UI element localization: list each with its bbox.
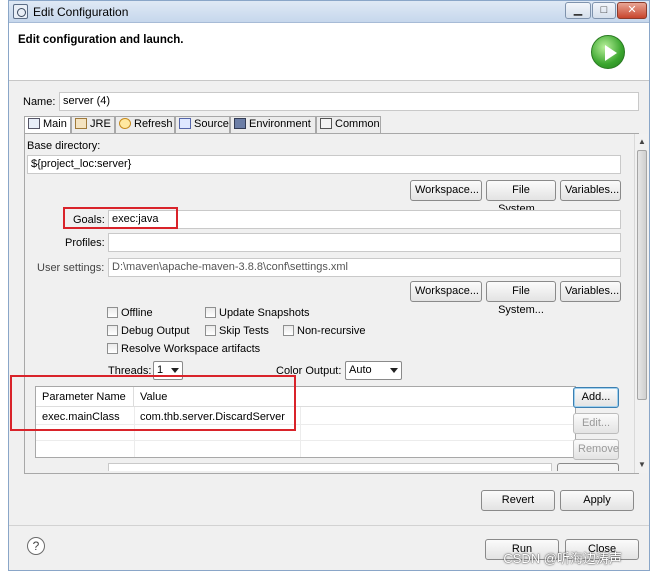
- tab-source[interactable]: Source: [175, 116, 230, 133]
- revert-button[interactable]: Revert: [481, 490, 555, 511]
- settings-filesystem-button[interactable]: File System...: [486, 281, 556, 316]
- dialog-header: Edit configuration and launch.: [9, 23, 649, 81]
- offline-checkbox[interactable]: Offline: [107, 307, 153, 319]
- checkbox-box: [283, 325, 294, 336]
- window-title: Edit Configuration: [33, 5, 129, 19]
- goals-field[interactable]: exec:java: [108, 210, 621, 229]
- row-divider: [36, 440, 575, 441]
- non-recursive-checkbox[interactable]: Non-recursive: [283, 325, 365, 337]
- help-icon[interactable]: ?: [27, 537, 45, 555]
- scroll-thumb[interactable]: [637, 150, 647, 400]
- skip-tests-checkbox[interactable]: Skip Tests: [205, 325, 269, 337]
- checkbox-box: [107, 343, 118, 354]
- base-variables-button[interactable]: Variables...: [560, 180, 621, 201]
- checkbox-box: [205, 325, 216, 336]
- header-title: Edit configuration and launch.: [18, 34, 184, 46]
- close-window-button[interactable]: ✕: [617, 2, 647, 19]
- base-directory-label: Base directory:: [27, 140, 101, 152]
- name-label: Name:: [23, 96, 56, 108]
- checkbox-box: [205, 307, 216, 318]
- maximize-button[interactable]: □: [592, 2, 616, 19]
- add-parameter-button[interactable]: Add...: [573, 387, 619, 408]
- main-tab-icon: [28, 118, 40, 129]
- watermark-text: CSDN @听海边涛声: [503, 551, 622, 566]
- settings-variables-button[interactable]: Variables...: [560, 281, 621, 302]
- configuration-icon: [13, 4, 28, 19]
- chevron-down-icon: [171, 368, 179, 373]
- jre-icon: [75, 118, 87, 129]
- checkbox-box: [107, 325, 118, 336]
- scroll-up-icon[interactable]: ▲: [638, 137, 646, 146]
- minimize-button[interactable]: ▁: [565, 2, 591, 19]
- apply-button[interactable]: Apply: [560, 490, 634, 511]
- run-launch-icon: [591, 35, 625, 69]
- footer-separator: [9, 525, 649, 526]
- name-field[interactable]: server (4): [59, 92, 639, 111]
- hidden-button-edge: [557, 463, 619, 471]
- edit-configuration-dialog: Edit Configuration ▁ □ ✕ Edit configurat…: [8, 0, 650, 571]
- environment-icon: [234, 118, 246, 129]
- base-directory-field[interactable]: ${project_loc:server}: [27, 155, 621, 174]
- source-icon: [179, 118, 191, 129]
- user-settings-field[interactable]: D:\maven\apache-maven-3.8.8\conf\setting…: [108, 258, 621, 277]
- parameters-highlight-box: [10, 375, 296, 431]
- base-filesystem-button[interactable]: File System...: [486, 180, 556, 215]
- tab-environment[interactable]: Environment: [230, 116, 316, 133]
- profiles-field[interactable]: [108, 233, 621, 252]
- common-icon: [320, 118, 332, 129]
- resolve-workspace-checkbox[interactable]: Resolve Workspace artifacts: [107, 343, 260, 355]
- chevron-down-icon: [390, 368, 398, 373]
- scroll-down-icon[interactable]: ▼: [638, 460, 646, 469]
- checkbox-box: [107, 307, 118, 318]
- vertical-scrollbar[interactable]: ▲ ▼: [634, 134, 648, 473]
- refresh-icon: [119, 118, 131, 129]
- color-output-select[interactable]: Auto: [345, 361, 402, 380]
- column-divider: [300, 407, 301, 457]
- base-workspace-button[interactable]: Workspace...: [410, 180, 482, 201]
- settings-workspace-button[interactable]: Workspace...: [410, 281, 482, 302]
- tab-refresh[interactable]: Refresh: [115, 116, 175, 133]
- color-output-value: Auto: [349, 364, 372, 376]
- profiles-label: Profiles:: [65, 237, 105, 249]
- tab-main[interactable]: Main: [24, 116, 71, 134]
- tab-common[interactable]: Common: [316, 116, 381, 133]
- update-snapshots-checkbox[interactable]: Update Snapshots: [205, 307, 310, 319]
- debug-output-checkbox[interactable]: Debug Output: [107, 325, 190, 337]
- tab-jre[interactable]: JRE: [71, 116, 115, 133]
- goals-highlight-box: [63, 207, 178, 229]
- remove-parameter-button[interactable]: Remove: [573, 439, 619, 460]
- edit-parameter-button[interactable]: Edit...: [573, 413, 619, 434]
- user-settings-label: User settings:: [37, 262, 105, 274]
- title-bar[interactable]: Edit Configuration ▁ □ ✕: [9, 1, 649, 23]
- hidden-field-edge: [108, 463, 552, 471]
